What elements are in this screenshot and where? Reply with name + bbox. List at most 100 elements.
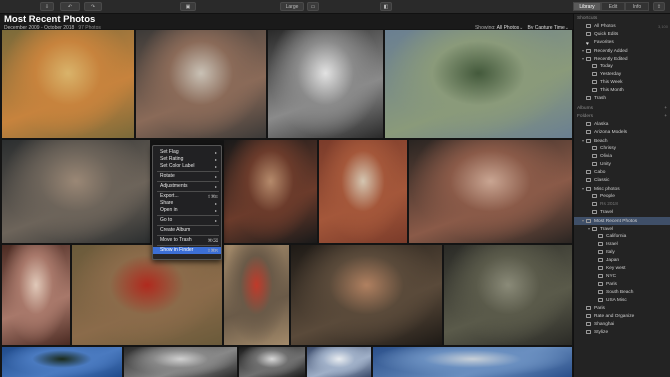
sidebar-item-all-photos[interactable]: All Photos 3,100 xyxy=(574,23,670,31)
folder-icon xyxy=(598,289,603,294)
folder-icon xyxy=(592,193,597,198)
menu-item-share[interactable]: Share ▸ xyxy=(153,200,221,207)
menu-item-set-color-label[interactable]: Set Color Label ▸ xyxy=(153,163,221,170)
photo-woman-blue-top[interactable] xyxy=(307,347,371,377)
folder-item-people[interactable]: People xyxy=(574,193,670,201)
photo-red-dress-fence[interactable] xyxy=(224,245,289,345)
menu-item-open-in[interactable]: Open in ▸ xyxy=(153,207,221,214)
undo-icon: ↶ xyxy=(67,4,73,10)
import-button[interactable]: ⇩ xyxy=(40,2,54,11)
photo-bearded-soldier[interactable] xyxy=(444,245,572,345)
folder-item-cabo[interactable]: Cabo xyxy=(574,169,670,177)
sidebar-item-yesterday[interactable]: Yesterday xyxy=(574,71,670,79)
folder-item-key-west[interactable]: Key west xyxy=(574,265,670,273)
folder-item-california[interactable]: California xyxy=(574,233,670,241)
folder-item-paris[interactable]: Paris xyxy=(574,281,670,289)
menu-item-adjustments[interactable]: Adjustments ▸ xyxy=(153,183,221,190)
layout-toggle-button[interactable]: ▣ xyxy=(180,2,196,11)
photo-stack-icon xyxy=(586,56,591,61)
folder-item-olivia[interactable]: Olivia xyxy=(574,153,670,161)
photo-blue-sky-tree[interactable] xyxy=(2,347,122,377)
photo-striped-dress-woman[interactable] xyxy=(2,30,134,138)
redo-button[interactable]: ↷ xyxy=(84,2,102,11)
folder-item-arizona-models[interactable]: Arizona Models xyxy=(574,129,670,137)
folder-item-south-beach[interactable]: South Beach xyxy=(574,289,670,297)
photo-bw-woman-portrait[interactable] xyxy=(268,30,383,138)
sidebar-item-favorites[interactable]: ♥ Favorites xyxy=(574,39,670,47)
menu-item-go-to[interactable]: Go to ▸ xyxy=(153,217,221,224)
share-button[interactable]: ⇪ xyxy=(653,2,665,11)
photo-grid xyxy=(0,29,573,377)
add-icon[interactable]: + xyxy=(664,113,667,121)
folder-item-travel[interactable]: Travel xyxy=(574,209,670,217)
chevron-right-icon: ▸ xyxy=(214,150,217,155)
sidebar-item-trash[interactable]: Trash xyxy=(574,95,670,103)
photo-mountain-lake[interactable] xyxy=(385,30,572,138)
folder-icon xyxy=(586,129,591,134)
add-icon[interactable]: + xyxy=(664,105,667,113)
photo-red-hair-woman[interactable] xyxy=(224,140,317,243)
folder-item-japan[interactable]: Japan xyxy=(574,257,670,265)
photo-dancer-silhouette[interactable] xyxy=(239,347,305,377)
folder-item-most-recent-photos[interactable]: ▾ Most Recent Photos xyxy=(574,217,670,225)
folder-item-israel[interactable]: Israel xyxy=(574,241,670,249)
menu-item-show-in-finder[interactable]: Show in Finder ⇧⌘R xyxy=(153,247,221,254)
redo-icon: ↷ xyxy=(90,4,96,10)
zoom-button[interactable]: ▭ xyxy=(307,2,319,11)
photo-red-dress-wagon[interactable] xyxy=(72,245,222,345)
context-menu: Set Flag ▸ Set Rating ▸ Set Color Label ▸ Rota… xyxy=(152,145,222,260)
sidebar-item-recently-edited[interactable]: ▾ Recently Edited xyxy=(574,55,670,63)
folder-icon xyxy=(586,329,591,334)
folder-icon xyxy=(586,121,591,126)
menu-item-rotate[interactable]: Rotate ▸ xyxy=(153,173,221,180)
tab-edit[interactable]: Edit xyxy=(601,2,625,11)
folder-item-misc-photos[interactable]: ▾ Misc photos xyxy=(574,185,670,193)
item-count: 3,100 xyxy=(657,24,668,29)
folder-item-alaska[interactable]: Alaska xyxy=(574,121,670,129)
photo-woman-with-dog[interactable] xyxy=(2,140,150,243)
tab-library[interactable]: Library xyxy=(573,2,601,11)
sidebar-item-this-week[interactable]: This Week xyxy=(574,79,670,87)
folder-icon xyxy=(598,273,603,278)
folder-item-unity[interactable]: Unity xyxy=(574,161,670,169)
albums-heading: Albums + xyxy=(577,105,667,113)
undo-button[interactable]: ↶ xyxy=(60,2,80,11)
menu-item-set-rating[interactable]: Set Rating ▸ xyxy=(153,156,221,163)
folder-item-chrissy[interactable]: Chrissy xyxy=(574,145,670,153)
sidebar-item-today[interactable]: Today xyxy=(574,63,670,71)
folder-item-usa-misc[interactable]: USA Misc xyxy=(574,297,670,305)
menu-separator xyxy=(157,245,219,246)
sidebar-item-quick-edits[interactable]: Quick Edits xyxy=(574,31,670,39)
folder-item-rs-2018[interactable]: Rs 2018 xyxy=(574,201,670,209)
compare-button[interactable]: ◧ xyxy=(380,2,392,11)
folder-item-rate-and-organize[interactable]: Rate and Organize xyxy=(574,313,670,321)
folder-item-shanghai[interactable]: Shanghai xyxy=(574,321,670,329)
menu-item-set-flag[interactable]: Set Flag ▸ xyxy=(153,149,221,156)
folder-icon xyxy=(598,281,603,286)
folder-icon xyxy=(586,138,591,143)
photo-bw-clouds[interactable] xyxy=(124,347,237,377)
sidebar-item-this-month[interactable]: This Month xyxy=(574,87,670,95)
folder-icon xyxy=(586,321,591,326)
menu-item-move-to-trash[interactable]: Move to Trash ⌘⌫ xyxy=(153,237,221,244)
folder-item-classic[interactable]: Classic xyxy=(574,177,670,185)
photo-white-dress-brick[interactable] xyxy=(319,140,407,243)
folder-item-travel[interactable]: ▾ Travel xyxy=(574,225,670,233)
photo-black-hat-woman[interactable] xyxy=(291,245,442,345)
folder-item-nyc[interactable]: NYC xyxy=(574,273,670,281)
chevron-right-icon: ▸ xyxy=(214,208,217,213)
view-size-select[interactable]: Large xyxy=(280,2,304,11)
folder-item-stylize[interactable]: Stylize xyxy=(574,329,670,337)
sidebar-item-recently-added[interactable]: ▾ Recently Added xyxy=(574,47,670,55)
photo-woman-window-portrait[interactable] xyxy=(136,30,266,138)
photo-cowboy-hat-woman[interactable] xyxy=(409,140,572,243)
photo-lingerie-window[interactable] xyxy=(2,245,70,345)
folder-item-italy[interactable]: Italy xyxy=(574,249,670,257)
photo-cityscape-sky[interactable] xyxy=(373,347,572,377)
menu-item-create-album[interactable]: Create Album xyxy=(153,227,221,234)
menu-item-export[interactable]: Export... ⇧⌘E xyxy=(153,193,221,200)
folder-item-paris[interactable]: Paris xyxy=(574,305,670,313)
folder-item-beach[interactable]: ▾ Beach xyxy=(574,137,670,145)
tab-info[interactable]: Info xyxy=(625,2,649,11)
folder-icon xyxy=(598,297,603,302)
